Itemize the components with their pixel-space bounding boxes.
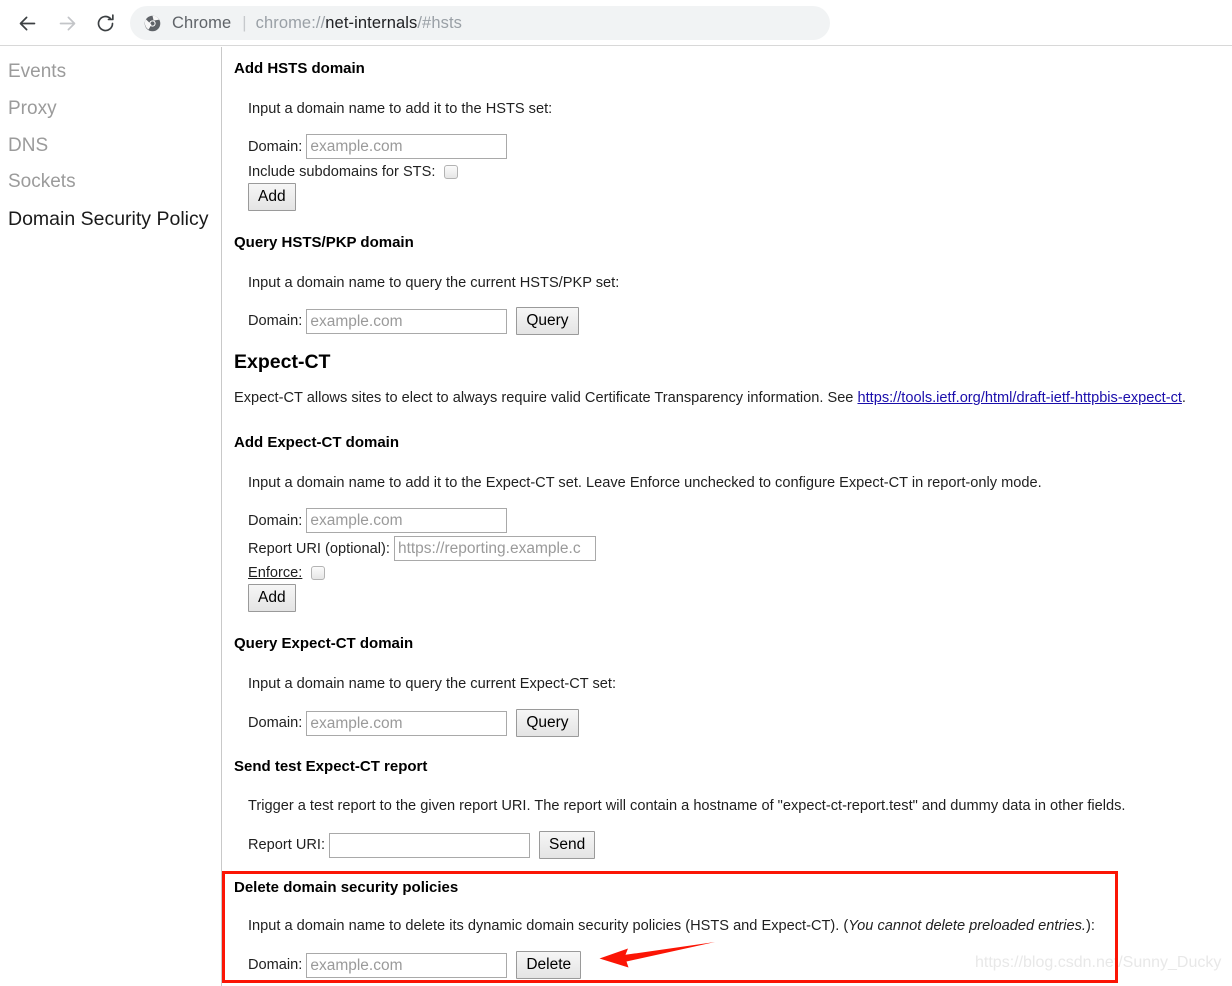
sidebar-item-domain-security-policy[interactable]: Domain Security Policy — [0, 201, 221, 239]
send-test-report-title: Send test Expect-CT report — [234, 758, 428, 775]
omnibox-separator: | — [242, 13, 247, 32]
delete-policies-domain-label: Domain: — [248, 957, 303, 973]
section-expect-ct: Expect-CT — [234, 351, 331, 373]
add-expect-ct-report-uri-row: Report URI (optional): — [248, 536, 596, 561]
sidebar-item-proxy[interactable]: Proxy — [0, 91, 221, 128]
back-button[interactable] — [12, 8, 42, 38]
omnibox-url-path: /#hsts — [417, 13, 462, 32]
add-hsts-subdomains-label: Include subdomains for STS: — [248, 164, 436, 180]
send-test-report-uri-input[interactable] — [329, 832, 531, 858]
section-query-expect-ct-domain: Query Expect-CT domain — [234, 636, 413, 651]
query-expect-ct-domain-label: Domain: — [248, 715, 303, 731]
add-expect-ct-report-uri-input[interactable] — [393, 536, 596, 561]
expect-ct-description-period: . — [1181, 390, 1186, 406]
send-test-report-uri-label: Report URI: — [248, 837, 326, 853]
omnibox-brand-label: Chrome — [172, 13, 232, 32]
expect-ct-title: Expect-CT — [234, 351, 331, 373]
query-expect-ct-domain-input[interactable] — [306, 710, 508, 736]
address-bar[interactable]: Chrome | chrome://net-internals/#hsts — [130, 6, 830, 40]
add-hsts-add-button[interactable]: Add — [248, 183, 296, 211]
omnibox-url-host: net-internals — [325, 13, 418, 32]
omnibox-url-scheme: chrome:// — [255, 13, 326, 32]
add-expect-ct-add-button[interactable]: Add — [248, 584, 296, 612]
send-test-report-uri-row: Report URI: Send — [248, 831, 596, 859]
add-hsts-subdomains-row: Include subdomains for STS: — [248, 164, 459, 180]
add-expect-ct-domain-input[interactable] — [306, 508, 508, 533]
sidebar-item-sockets[interactable]: Sockets — [0, 164, 221, 201]
section-add-hsts-domain: Add HSTS domain — [234, 61, 365, 76]
add-hsts-title: Add HSTS domain — [234, 60, 365, 77]
browser-toolbar: Chrome | chrome://net-internals/#hsts — [0, 0, 1232, 46]
chrome-logo-icon — [144, 15, 161, 32]
add-hsts-domain-label: Domain: — [248, 138, 303, 155]
arrow-right-icon — [57, 13, 78, 34]
query-hsts-title: Query HSTS/PKP domain — [234, 234, 414, 251]
sidebar-nav: Events Proxy DNS Sockets Domain Security… — [0, 47, 222, 986]
delete-policies-description: Input a domain name to delete its dynami… — [248, 918, 1095, 936]
add-expect-ct-add-button-wrap: Add — [248, 584, 296, 612]
expect-ct-spec-link[interactable]: https://tools.ietf.org/html/draft-ietf-h… — [857, 390, 1181, 406]
add-hsts-domain-row: Domain: — [248, 134, 508, 159]
add-expect-ct-description: Input a domain name to add it to the Exp… — [248, 475, 1042, 491]
add-hsts-description: Input a domain name to add it to the HST… — [248, 101, 553, 117]
expect-ct-description: Expect-CT allows sites to elect to alway… — [234, 390, 1186, 408]
sidebar-item-events[interactable]: Events — [0, 54, 221, 91]
add-expect-ct-title: Add Expect-CT domain — [234, 434, 400, 451]
query-expect-ct-title: Query Expect-CT domain — [234, 635, 414, 652]
query-hsts-domain-row: Domain: Query — [248, 307, 579, 335]
section-add-expect-ct-domain: Add Expect-CT domain — [234, 435, 399, 450]
query-expect-ct-description: Input a domain name to query the current… — [248, 676, 617, 692]
forward-button[interactable] — [52, 8, 82, 38]
query-hsts-domain-label: Domain: — [248, 313, 303, 329]
delete-policies-title: Delete domain security policies — [234, 879, 459, 896]
arrow-left-icon — [17, 13, 38, 34]
main-content: Add HSTS domain Input a domain name to a… — [223, 47, 1232, 986]
send-test-report-send-button[interactable]: Send — [539, 831, 596, 859]
delete-policies-description-text: Input a domain name to delete its dynami… — [248, 918, 849, 934]
delete-policies-domain-input[interactable] — [306, 952, 508, 978]
add-hsts-domain-input[interactable] — [306, 134, 508, 159]
add-expect-ct-enforce-label: Enforce: — [248, 565, 303, 581]
query-hsts-query-button[interactable]: Query — [516, 307, 579, 335]
query-expect-ct-domain-row: Domain: Query — [248, 709, 579, 737]
send-test-report-description: Trigger a test report to the given repor… — [248, 798, 1126, 814]
add-expect-ct-domain-label: Domain: — [248, 512, 303, 529]
delete-policies-description-emphasis: You cannot delete preloaded entries. — [848, 918, 1086, 934]
add-expect-ct-report-uri-label: Report URI (optional): — [248, 540, 390, 557]
query-expect-ct-query-button[interactable]: Query — [516, 709, 579, 737]
add-expect-ct-domain-row: Domain: — [248, 508, 508, 533]
add-hsts-subdomains-checkbox[interactable] — [444, 165, 459, 179]
query-hsts-domain-input[interactable] — [306, 308, 508, 334]
expect-ct-description-text: Expect-CT allows sites to elect to alway… — [234, 390, 858, 406]
delete-policies-delete-button[interactable]: Delete — [516, 951, 582, 979]
section-send-test-report: Send test Expect-CT report — [234, 759, 427, 774]
add-expect-ct-enforce-checkbox[interactable] — [311, 566, 326, 580]
delete-policies-domain-row: Domain: Delete — [248, 951, 582, 979]
add-hsts-add-button-wrap: Add — [248, 183, 296, 211]
add-expect-ct-enforce-row: Enforce: — [248, 565, 326, 581]
omnibox-url: chrome://net-internals/#hsts — [256, 14, 462, 33]
reload-button[interactable] — [90, 8, 120, 38]
reload-icon — [95, 13, 116, 34]
section-delete-domain-security-policies: Delete domain security policies — [234, 880, 458, 895]
sidebar-item-dns[interactable]: DNS — [0, 128, 221, 165]
delete-policies-description-tail: ): — [1085, 918, 1095, 934]
section-query-hsts-domain: Query HSTS/PKP domain — [234, 235, 414, 250]
query-hsts-description: Input a domain name to query the current… — [248, 275, 620, 291]
